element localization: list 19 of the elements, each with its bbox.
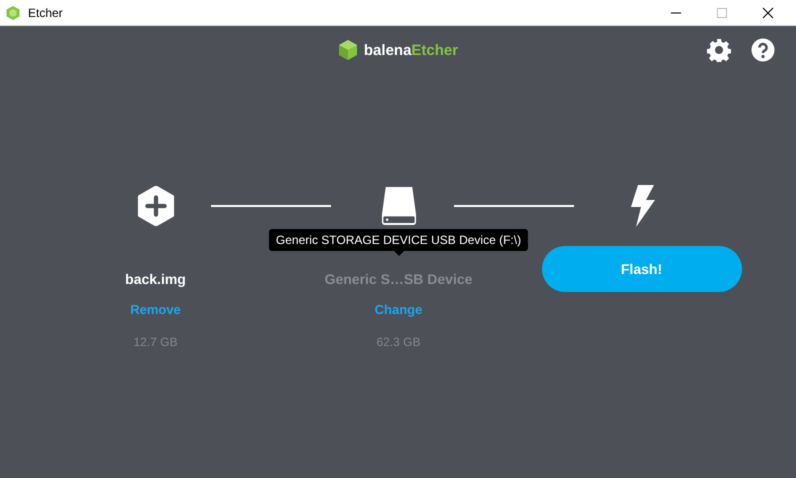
app-icon bbox=[5, 4, 21, 20]
settings-icon[interactable] bbox=[707, 38, 731, 62]
remove-link[interactable]: Remove bbox=[130, 302, 181, 317]
drive-size: 62.3 GB bbox=[376, 335, 421, 349]
lightning-icon bbox=[628, 185, 654, 227]
tooltip: Generic STORAGE DEVICE USB Device (F:\) bbox=[268, 229, 528, 251]
drive-name: Generic S…SB Device bbox=[324, 270, 472, 289]
change-link[interactable]: Change bbox=[374, 302, 422, 317]
plus-hexagon-icon[interactable] bbox=[136, 186, 174, 226]
tooltip-pointer bbox=[394, 251, 404, 256]
window-title: Etcher bbox=[28, 6, 63, 20]
logo-text: balenaEtcher bbox=[364, 42, 458, 58]
flash-button[interactable]: Flash! bbox=[542, 246, 742, 292]
image-size: 12.7 GB bbox=[133, 335, 178, 349]
drive-icon[interactable] bbox=[380, 186, 416, 226]
image-name: back.img bbox=[125, 270, 186, 289]
help-icon[interactable] bbox=[751, 38, 775, 62]
close-icon[interactable] bbox=[762, 6, 774, 18]
cube-icon bbox=[338, 39, 358, 61]
